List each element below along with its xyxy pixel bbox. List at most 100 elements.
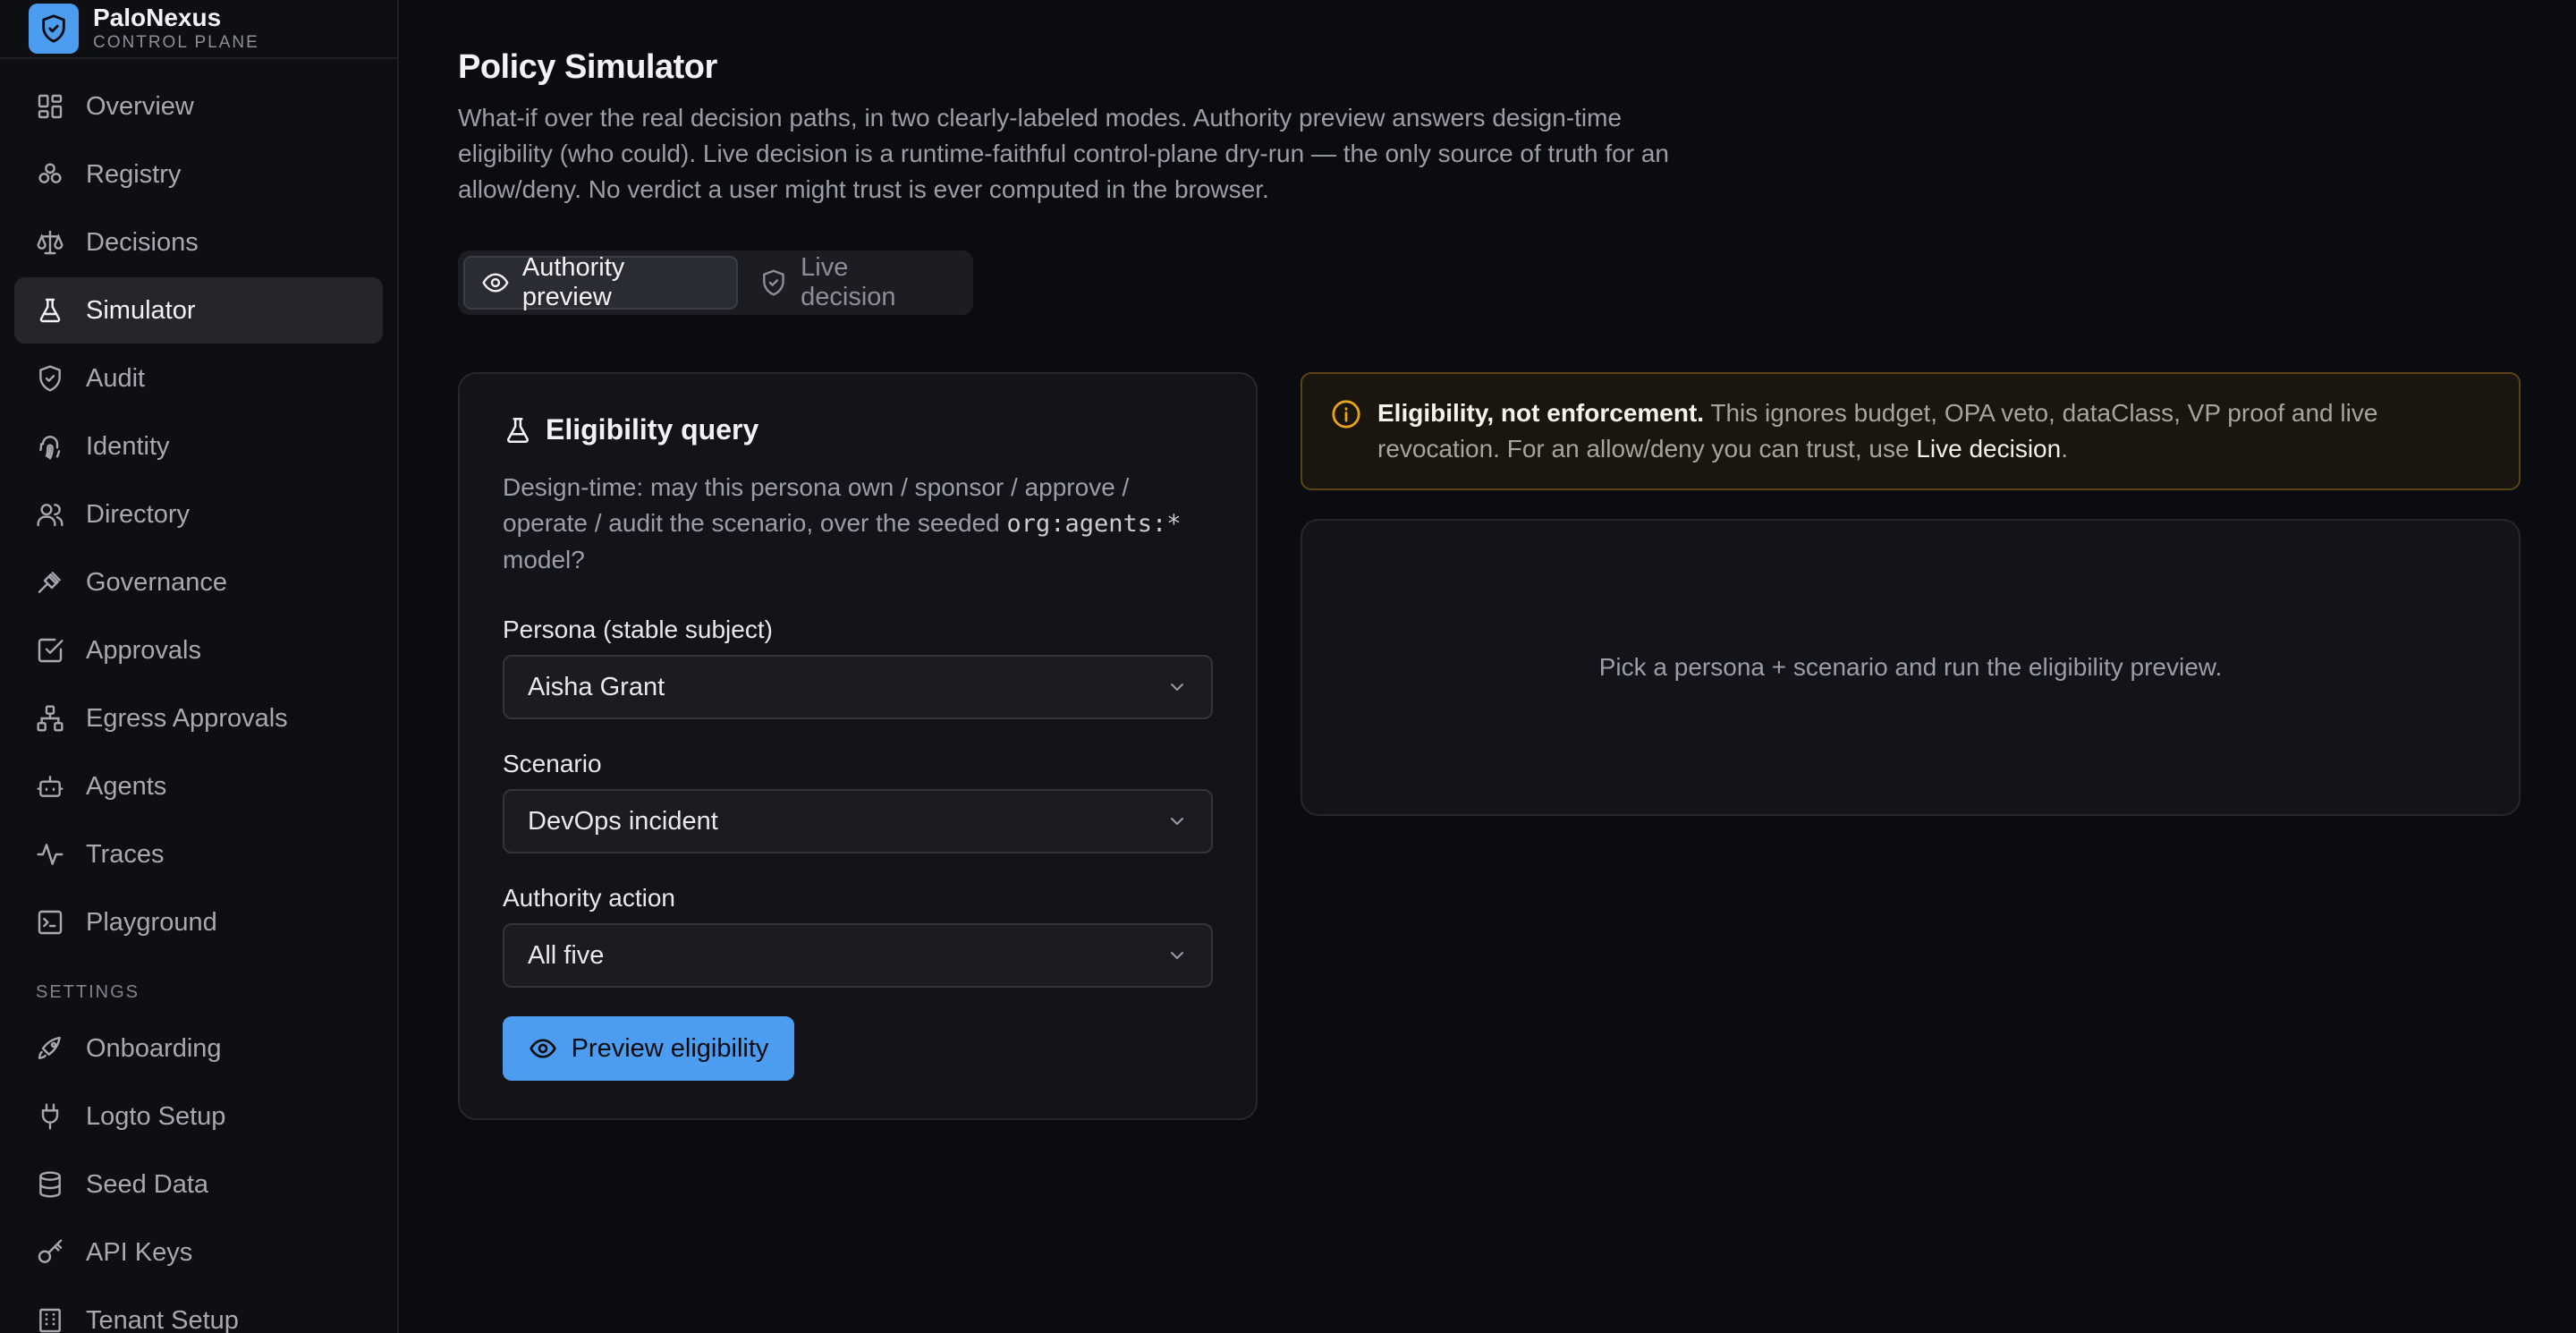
tab-authority-preview[interactable]: Authority preview — [463, 253, 739, 311]
eligibility-warning: Eligibility, not enforcement. This ignor… — [1301, 372, 2521, 490]
flask-icon — [39, 298, 61, 323]
preview-eligibility-button[interactable]: Preview eligibility — [503, 1016, 794, 1081]
network-icon — [38, 163, 62, 183]
sidebar-item-label: Overview — [86, 91, 194, 121]
chevron-down-icon — [1171, 683, 1183, 691]
scenario-value: DevOps incident — [528, 806, 718, 836]
terminal-icon — [38, 910, 63, 935]
shield-logo-icon — [29, 4, 79, 54]
shield-check-icon — [39, 365, 61, 392]
scenario-label: Scenario — [503, 750, 602, 777]
sidebar-item-agents[interactable]: Agents — [14, 753, 383, 819]
sidebar-nav: Overview Registry Decisions Simulator Au… — [0, 59, 397, 1333]
sidebar-item-tenant-setup[interactable]: Tenant Setup — [14, 1287, 383, 1333]
gavel-icon — [38, 572, 61, 593]
button-label: Preview eligibility — [571, 1033, 769, 1063]
sidebar-item-label: Playground — [86, 907, 217, 937]
scenario-select[interactable]: DevOps incident — [503, 789, 1213, 853]
activity-icon — [37, 844, 64, 865]
tab-label: Authority preview — [521, 253, 625, 311]
page-description: What-if over the real decision paths, in… — [458, 104, 1669, 203]
persona-value: Aisha Grant — [528, 672, 665, 701]
database-icon — [39, 1171, 61, 1198]
warning-text: Eligibility, not enforcement. This ignor… — [1377, 395, 2490, 467]
sidebar-item-simulator[interactable]: Simulator — [14, 277, 383, 344]
sidebar-item-label: Tenant Setup — [86, 1305, 239, 1333]
result-panel: Pick a persona + scenario and run the el… — [1301, 519, 2521, 816]
sidebar-item-label: Decisions — [86, 227, 199, 257]
info-icon — [1332, 400, 1360, 429]
sidebar-item-seed-data[interactable]: Seed Data — [14, 1151, 383, 1218]
result-empty-text: Pick a persona + scenario and run the el… — [1598, 653, 2223, 681]
sidebar-item-decisions[interactable]: Decisions — [14, 209, 383, 276]
brand[interactable]: PaloNexus CONTROL PLANE — [0, 0, 397, 59]
sitemap-icon — [37, 705, 64, 732]
mode-toggle: Authority preview Live decision — [458, 250, 973, 315]
sidebar-item-onboarding[interactable]: Onboarding — [14, 1015, 383, 1082]
action-label: Authority action — [503, 884, 675, 912]
sidebar-item-label: Egress Approvals — [86, 703, 288, 733]
sidebar-item-api-keys[interactable]: API Keys — [14, 1219, 383, 1286]
sidebar-item-logto-setup[interactable]: Logto Setup — [14, 1083, 383, 1150]
brand-name: PaloNexus — [93, 4, 222, 31]
fingerprint-icon — [39, 436, 61, 460]
settings-section-label: SETTINGS — [36, 982, 140, 1002]
scale-icon — [37, 230, 64, 255]
sidebar-item-label: Registry — [86, 159, 182, 189]
page-title: Policy Simulator — [458, 48, 717, 86]
eligibility-query-card: Eligibility query Design-time: may this … — [458, 372, 1258, 1120]
sidebar-item-egress-approvals[interactable]: Egress Approvals — [14, 685, 383, 751]
sidebar-item-label: Approvals — [86, 635, 201, 665]
warning-end: . — [2061, 435, 2068, 463]
eye-icon — [529, 1039, 556, 1058]
sidebar-item-label: Traces — [86, 839, 165, 869]
key-icon — [38, 1239, 63, 1263]
users-icon — [37, 504, 64, 527]
sidebar-item-overview[interactable]: Overview — [14, 73, 383, 140]
card-title-text: Eligibility query — [546, 413, 759, 446]
card-description: Design-time: may this persona own / spon… — [503, 470, 1213, 578]
flask-icon — [506, 417, 530, 443]
building-icon — [39, 1308, 61, 1333]
authority-action-select[interactable]: All five — [503, 923, 1213, 988]
tab-live-decision[interactable]: Live decision — [741, 253, 968, 311]
sidebar-item-label: Logto Setup — [86, 1101, 226, 1131]
sidebar-item-directory[interactable]: Directory — [14, 481, 383, 548]
action-value: All five — [528, 940, 605, 970]
sidebar-item-label: Governance — [86, 567, 227, 597]
shield-check-icon — [763, 269, 785, 296]
sidebar-item-label: API Keys — [86, 1237, 193, 1267]
plug-icon — [41, 1103, 59, 1130]
card-desc-suffix: model? — [503, 546, 585, 573]
sidebar-item-label: Audit — [86, 363, 146, 393]
sidebar-item-playground[interactable]: Playground — [14, 889, 383, 955]
card-desc-code: org:agents:* — [1006, 510, 1182, 538]
sidebar-item-approvals[interactable]: Approvals — [14, 617, 383, 683]
sidebar-item-label: Simulator — [86, 295, 196, 325]
grid-icon — [38, 94, 63, 119]
sidebar-item-governance[interactable]: Governance — [14, 549, 383, 616]
card-title: Eligibility query — [503, 413, 1213, 446]
sidebar-item-label: Identity — [86, 431, 170, 461]
chevron-down-icon — [1171, 952, 1183, 959]
warning-title: Eligibility, not enforcement. — [1377, 399, 1705, 427]
check-square-icon — [38, 638, 64, 663]
eye-icon — [482, 273, 509, 293]
sidebar-item-registry[interactable]: Registry — [14, 141, 383, 208]
persona-label: Persona (stable subject) — [503, 616, 773, 643]
tab-label: Live decision — [801, 253, 896, 311]
persona-select[interactable]: Aisha Grant — [503, 655, 1213, 719]
rocket-icon — [38, 1036, 61, 1059]
sidebar-item-identity[interactable]: Identity — [14, 413, 383, 480]
sidebar-item-label: Seed Data — [86, 1169, 209, 1199]
sidebar-item-label: Directory — [86, 499, 191, 529]
sidebar: PaloNexus CONTROL PLANE Overview Registr… — [0, 0, 399, 1333]
live-decision-link[interactable]: Live decision — [1916, 435, 2061, 463]
bot-icon — [37, 776, 64, 797]
sidebar-item-label: Agents — [86, 771, 167, 801]
sidebar-item-traces[interactable]: Traces — [14, 821, 383, 887]
sidebar-item-audit[interactable]: Audit — [14, 345, 383, 412]
brand-subtitle: CONTROL PLANE — [93, 33, 259, 52]
main-content: Policy Simulator What-if over the real d… — [399, 0, 2576, 1333]
chevron-down-icon — [1171, 818, 1183, 825]
